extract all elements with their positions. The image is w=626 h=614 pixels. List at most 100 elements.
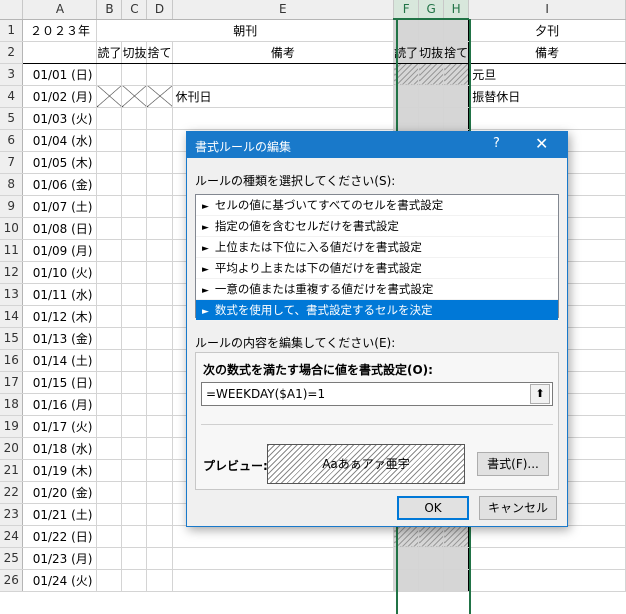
cell-discard[interactable] bbox=[146, 63, 173, 86]
cell-discard[interactable] bbox=[146, 503, 173, 526]
cell-read2[interactable] bbox=[393, 525, 420, 548]
cell-date[interactable]: 01/04 (水) bbox=[22, 129, 98, 152]
rule-type-list[interactable]: ► セルの値に基づいてすべてのセルを書式設定 ► 指定の値を含むセルだけを書式設定 … bbox=[195, 194, 559, 321]
rule-type-item[interactable]: ► 指定の値を含むセルだけを書式設定 bbox=[196, 216, 558, 237]
cell-clip[interactable] bbox=[121, 129, 148, 152]
cell-discard2[interactable] bbox=[443, 569, 470, 592]
cell-date[interactable]: 01/15 (日) bbox=[22, 371, 98, 394]
row-header[interactable]: 3 bbox=[0, 63, 24, 86]
cell-evening-note[interactable] bbox=[468, 569, 626, 592]
cell-clip2[interactable] bbox=[418, 63, 445, 86]
cell-date[interactable]: 01/22 (日) bbox=[22, 525, 98, 548]
col-header-a[interactable]: A bbox=[22, 0, 98, 20]
cell-clip2[interactable] bbox=[418, 107, 445, 130]
row-header[interactable]: 16 bbox=[0, 349, 24, 372]
cell-discard2[interactable] bbox=[443, 525, 470, 548]
cell-date[interactable]: 01/01 (日) bbox=[22, 63, 98, 86]
cell-discard[interactable] bbox=[146, 173, 173, 196]
cell-clip[interactable] bbox=[121, 327, 148, 350]
col-header-d[interactable]: D bbox=[146, 0, 173, 20]
cell-discard-header[interactable]: 捨て bbox=[146, 41, 173, 64]
cancel-button[interactable]: キャンセル bbox=[479, 496, 557, 520]
cell-discard[interactable] bbox=[146, 217, 173, 240]
cell-morning-note[interactable] bbox=[172, 569, 395, 592]
cell-read2[interactable] bbox=[393, 85, 420, 108]
cell-read[interactable] bbox=[96, 503, 123, 526]
cell-discard2[interactable] bbox=[443, 85, 470, 108]
cell-read[interactable] bbox=[96, 437, 123, 460]
cell-clip[interactable] bbox=[121, 195, 148, 218]
cell-read2[interactable] bbox=[393, 569, 420, 592]
cell-clip2-header[interactable]: 切抜 bbox=[418, 41, 445, 64]
cell-clip-header[interactable]: 切抜 bbox=[121, 41, 148, 64]
row-header[interactable]: 5 bbox=[0, 107, 24, 130]
cell-clip[interactable] bbox=[121, 261, 148, 284]
cell-clip[interactable] bbox=[121, 569, 148, 592]
cell-clip[interactable] bbox=[121, 85, 148, 108]
cell-clip[interactable] bbox=[121, 151, 148, 174]
cell-clip[interactable] bbox=[121, 63, 148, 86]
cell-discard[interactable] bbox=[146, 239, 173, 262]
cell-date[interactable]: 01/08 (日) bbox=[22, 217, 98, 240]
row-header[interactable]: 6 bbox=[0, 129, 24, 152]
cell-read[interactable] bbox=[96, 63, 123, 86]
cell-evening-note[interactable] bbox=[468, 107, 626, 130]
rule-type-item[interactable]: ► 平均より上または下の値だけを書式設定 bbox=[196, 258, 558, 279]
row-header[interactable]: 24 bbox=[0, 525, 24, 548]
cell-clip[interactable] bbox=[121, 173, 148, 196]
format-button[interactable]: 書式(F)... bbox=[477, 452, 549, 476]
cell-read2[interactable] bbox=[393, 63, 420, 86]
cell-date[interactable]: 01/23 (月) bbox=[22, 547, 98, 570]
col-header-c[interactable]: C bbox=[121, 0, 148, 20]
cell-clip[interactable] bbox=[121, 503, 148, 526]
cell-discard[interactable] bbox=[146, 481, 173, 504]
cell-clip[interactable] bbox=[121, 283, 148, 306]
cell-clip[interactable] bbox=[121, 525, 148, 548]
cell-discard[interactable] bbox=[146, 261, 173, 284]
cell-evening-note[interactable]: 元旦 bbox=[468, 63, 626, 86]
row-header[interactable]: 9 bbox=[0, 195, 24, 218]
cell-read[interactable] bbox=[96, 327, 123, 350]
cell-read[interactable] bbox=[96, 151, 123, 174]
cell-read2[interactable] bbox=[393, 547, 420, 570]
cell-discard2[interactable] bbox=[443, 63, 470, 86]
cell-discard2[interactable] bbox=[443, 107, 470, 130]
row-header[interactable]: 13 bbox=[0, 283, 24, 306]
cell-discard[interactable] bbox=[146, 107, 173, 130]
cell-morning-note[interactable]: 休刊日 bbox=[172, 85, 395, 108]
cell-read[interactable] bbox=[96, 459, 123, 482]
cell-clip[interactable] bbox=[121, 371, 148, 394]
cell-read[interactable] bbox=[96, 239, 123, 262]
cell-discard[interactable] bbox=[146, 327, 173, 350]
cell-date[interactable]: 01/05 (木) bbox=[22, 151, 98, 174]
row-header[interactable]: 1 bbox=[0, 19, 24, 42]
cell-date[interactable]: 01/02 (月) bbox=[22, 85, 98, 108]
cell-date[interactable]: 01/20 (金) bbox=[22, 481, 98, 504]
cell-date[interactable]: 01/18 (水) bbox=[22, 437, 98, 460]
cell-date[interactable]: 01/10 (火) bbox=[22, 261, 98, 284]
row-header[interactable]: 2 bbox=[0, 41, 24, 64]
cell-clip[interactable] bbox=[121, 459, 148, 482]
cell-clip2[interactable] bbox=[418, 547, 445, 570]
cell-clip[interactable] bbox=[121, 349, 148, 372]
cell-discard[interactable] bbox=[146, 525, 173, 548]
cell-clip[interactable] bbox=[121, 481, 148, 504]
cell-read[interactable] bbox=[96, 349, 123, 372]
row-header[interactable]: 25 bbox=[0, 547, 24, 570]
select-all-corner[interactable] bbox=[0, 0, 24, 20]
row-header[interactable]: 19 bbox=[0, 415, 24, 438]
cell-clip[interactable] bbox=[121, 217, 148, 240]
row-header[interactable]: 15 bbox=[0, 327, 24, 350]
cell[interactable] bbox=[443, 19, 470, 42]
cell-discard[interactable] bbox=[146, 459, 173, 482]
cell-read[interactable] bbox=[96, 569, 123, 592]
cell-morning-note[interactable] bbox=[172, 547, 395, 570]
row-header[interactable]: 17 bbox=[0, 371, 24, 394]
row-header[interactable]: 22 bbox=[0, 481, 24, 504]
rule-type-item-selected[interactable]: ► 数式を使用して、書式設定するセルを決定 bbox=[196, 300, 558, 321]
cell-clip2[interactable] bbox=[418, 525, 445, 548]
cell-discard[interactable] bbox=[146, 547, 173, 570]
rule-type-item[interactable]: ► セルの値に基づいてすべてのセルを書式設定 bbox=[196, 195, 558, 216]
formula-input[interactable]: =WEEKDAY($A1)=1 ⬆ bbox=[201, 382, 553, 406]
cell-morning-header[interactable]: 朝刊 bbox=[96, 19, 395, 42]
